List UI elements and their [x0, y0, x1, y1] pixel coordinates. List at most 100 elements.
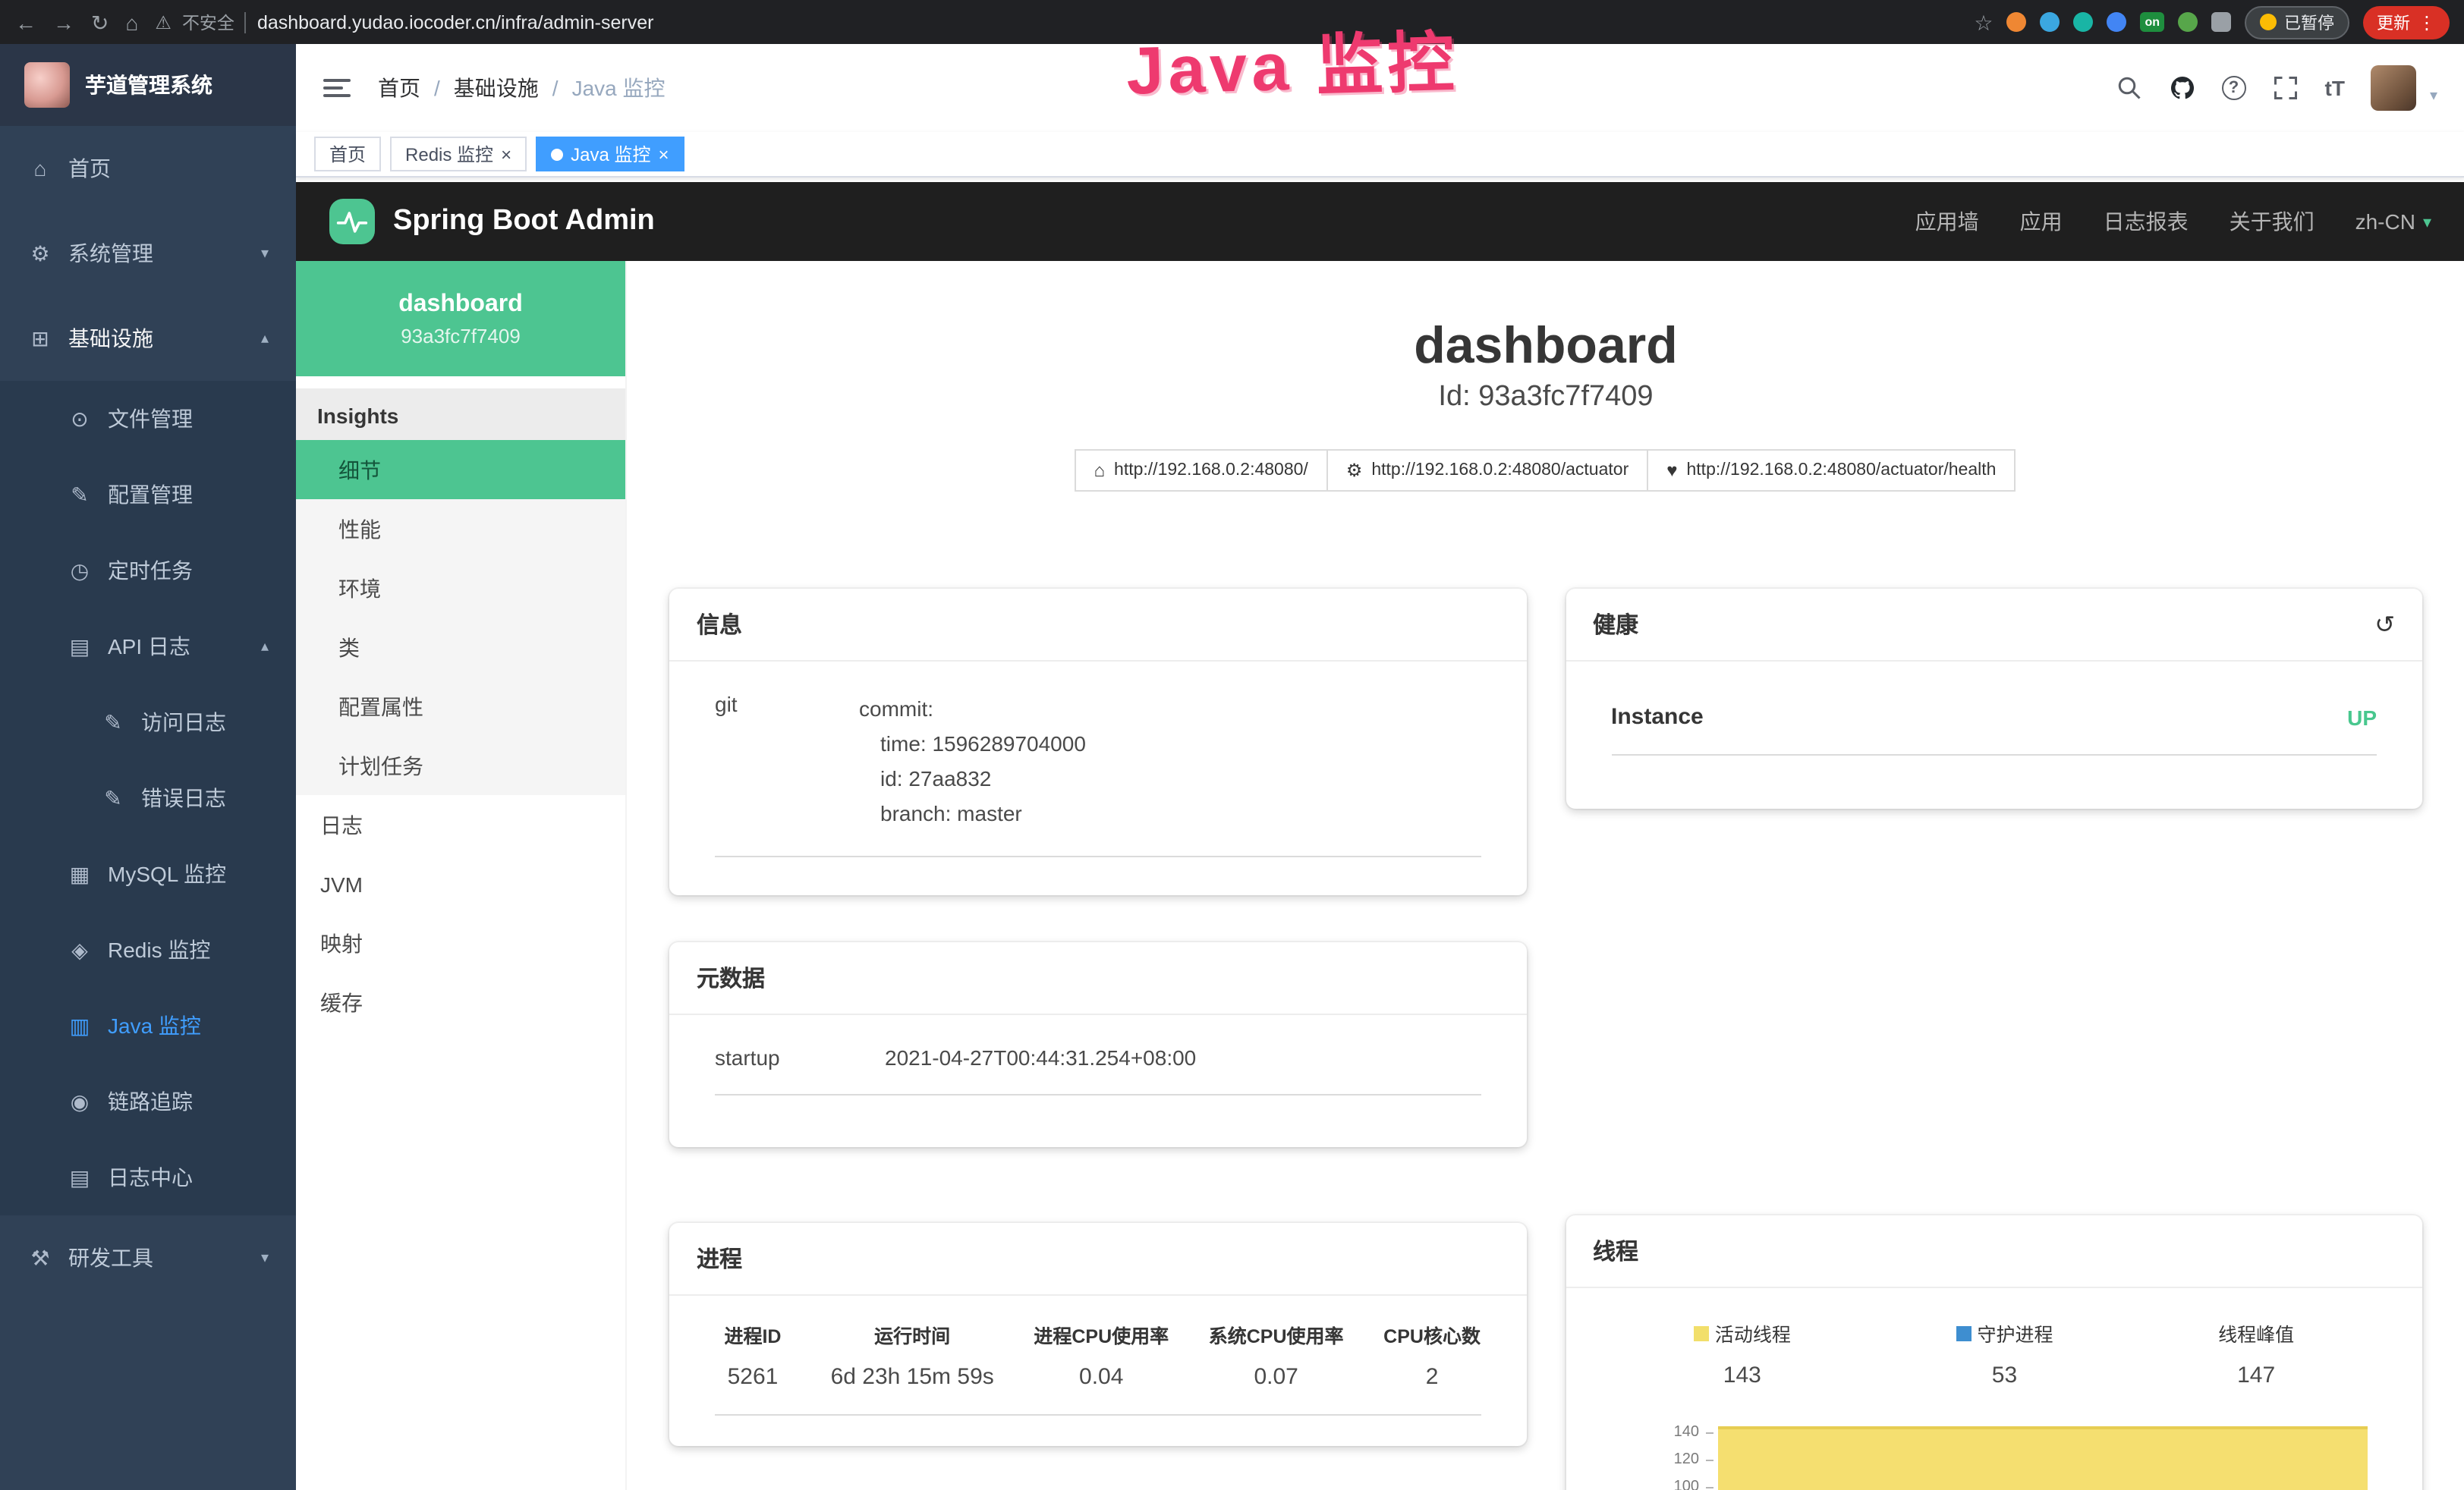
- sidebar-item-infrastructure[interactable]: ⊞ 基础设施 ▴: [0, 296, 296, 381]
- git-line: branch: master: [859, 797, 1086, 831]
- extension-on-badge[interactable]: on: [2140, 12, 2164, 32]
- sidebar-item-log-center[interactable]: ▤ 日志中心: [0, 1140, 296, 1215]
- sba-logo-icon[interactable]: [329, 199, 375, 244]
- breadcrumb-infrastructure[interactable]: 基础设施: [454, 73, 539, 103]
- status-badge: UP: [2347, 705, 2377, 729]
- sba-menu-item-environment[interactable]: 环境: [296, 558, 625, 618]
- fullscreen-icon[interactable]: [2272, 74, 2299, 102]
- extension-icon[interactable]: [2006, 12, 2026, 32]
- close-icon[interactable]: ×: [658, 145, 669, 163]
- tab-java-monitor[interactable]: Java 监控 ×: [536, 137, 684, 171]
- forward-icon[interactable]: →: [53, 11, 74, 33]
- sba-menu-item-scheduled-tasks[interactable]: 计划任务: [296, 736, 625, 795]
- card-title: 健康: [1593, 608, 1638, 640]
- paused-badge[interactable]: 已暂停: [2245, 5, 2349, 39]
- url-text[interactable]: dashboard.yudao.iocoder.cn/infra/admin-s…: [257, 11, 654, 33]
- spring-boot-admin: Spring Boot Admin 应用墙 应用 日志报表 关于我们 zh-CN…: [296, 182, 2464, 1490]
- language-label: zh-CN: [2355, 209, 2415, 234]
- git-line: commit:: [859, 692, 1086, 727]
- sidebar-item-system-mgmt[interactable]: ⚙ 系统管理 ▾: [0, 211, 296, 296]
- font-size-icon[interactable]: tT: [2325, 76, 2345, 100]
- sidebar-item-scheduled-jobs[interactable]: ◷ 定时任务: [0, 533, 296, 608]
- sidebar-item-dev-tools[interactable]: ⚒ 研发工具 ▾: [0, 1215, 296, 1300]
- sba-menu-item-caches[interactable]: 缓存: [296, 973, 625, 1032]
- sba-menu-item-logs[interactable]: 日志: [296, 795, 625, 854]
- nav-label: 关于我们: [2230, 206, 2315, 237]
- health-row-instance[interactable]: Instance UP: [1611, 692, 2377, 756]
- app-logo[interactable]: 芋道管理系统: [0, 44, 296, 126]
- sba-brand-title[interactable]: Spring Boot Admin: [393, 205, 655, 238]
- help-icon[interactable]: ?: [2222, 76, 2246, 100]
- metadata-card-body: startup 2021-04-27T00:44:31.254+08:00: [669, 1015, 1526, 1126]
- extension-icon[interactable]: [2107, 12, 2126, 32]
- chevron-up-icon: ▴: [261, 638, 269, 655]
- home-icon: ⌂: [27, 156, 53, 181]
- extension-icon[interactable]: [2040, 12, 2060, 32]
- tab-redis-monitor[interactable]: Redis 监控 ×: [390, 137, 527, 171]
- info-card-body: git commit: time: 1596289704000 id: 27aa…: [669, 662, 1526, 888]
- github-icon[interactable]: [2169, 74, 2196, 102]
- card-title: 线程: [1593, 1235, 1638, 1267]
- bookmark-star-icon[interactable]: ☆: [1974, 11, 1993, 33]
- sba-body: dashboard 93a3fc7f7409 Insights 细节 性能 环境…: [296, 261, 2464, 1490]
- health-icon: ♥: [1666, 460, 1677, 481]
- sidebar-item-home[interactable]: ⌂ 首页: [0, 126, 296, 211]
- sidebar-item-label: 日志中心: [108, 1162, 193, 1193]
- sba-menu-item-classes[interactable]: 类: [296, 618, 625, 677]
- extensions-puzzle-icon[interactable]: [2211, 12, 2231, 32]
- sidebar-item-redis-monitor[interactable]: ◈ Redis 监控: [0, 912, 296, 988]
- column-header: 进程ID: [715, 1326, 791, 1349]
- page-subtitle: Id: 93a3fc7f7409: [669, 379, 2422, 416]
- sidebar-item-error-logs[interactable]: ✎ 错误日志: [0, 760, 296, 836]
- sba-instance-header[interactable]: dashboard 93a3fc7f7409: [296, 261, 625, 376]
- sidebar-item-mysql-monitor[interactable]: ▦ MySQL 监控: [0, 836, 296, 912]
- tab-home[interactable]: 首页: [314, 137, 381, 171]
- chevron-down-icon[interactable]: ▾: [2430, 88, 2437, 111]
- sidebar-item-file-mgmt[interactable]: ⊙ 文件管理: [0, 381, 296, 457]
- sba-menu-item-metrics[interactable]: 性能: [296, 499, 625, 558]
- sba-menu-item-details[interactable]: 细节: [296, 440, 625, 499]
- refresh-icon[interactable]: ↻: [91, 11, 109, 33]
- tools-icon: ⚒: [27, 1245, 53, 1271]
- kebab-menu-icon[interactable]: ⋮: [2418, 11, 2436, 33]
- sba-language-select[interactable]: zh-CN ▾: [2355, 209, 2431, 234]
- legend-live-threads: 活动线程 143: [1694, 1319, 1791, 1388]
- instance-id: 93a3fc7f7409: [401, 324, 521, 347]
- breadcrumb-home[interactable]: 首页: [378, 73, 420, 103]
- chevron-down-icon: ▾: [2423, 212, 2431, 231]
- extension-icon[interactable]: [2178, 12, 2198, 32]
- sidebar-item-trace[interactable]: ◉ 链路追踪: [0, 1064, 296, 1140]
- sba-menu-item-mappings[interactable]: 映射: [296, 913, 625, 973]
- link-health-url[interactable]: ♥ http://192.168.0.2:48080/actuator/heal…: [1647, 449, 2016, 492]
- document-icon: ▤: [67, 633, 93, 659]
- sidebar-item-access-logs[interactable]: ✎ 访问日志: [0, 684, 296, 760]
- search-icon[interactable]: [2116, 74, 2143, 102]
- sidebar-item-label: 文件管理: [108, 404, 193, 434]
- hamburger-menu-icon[interactable]: [323, 79, 351, 97]
- sidebar: 芋道管理系统 ⌂ 首页 ⚙ 系统管理 ▾ ⊞ 基础设施 ▴ ⊙: [0, 44, 296, 1490]
- document-icon: ▤: [67, 1165, 93, 1190]
- sidebar-item-java-monitor[interactable]: ▥ Java 监控: [0, 988, 296, 1064]
- link-service-url[interactable]: ⌂ http://192.168.0.2:48080/: [1075, 449, 1328, 492]
- history-icon[interactable]: ↺: [2374, 609, 2395, 640]
- address-bar[interactable]: ⚠ 不安全 dashboard.yudao.iocoder.cn/infra/a…: [155, 10, 1957, 34]
- extension-icon[interactable]: [2073, 12, 2093, 32]
- sba-nav-applications[interactable]: 应用: [2020, 206, 2063, 237]
- link-actuator-url[interactable]: ⚙ http://192.168.0.2:48080/actuator: [1326, 449, 1648, 492]
- back-icon[interactable]: ←: [15, 11, 36, 33]
- sba-menu-item-configprops[interactable]: 配置属性: [296, 677, 625, 736]
- user-avatar[interactable]: [2371, 65, 2416, 111]
- close-icon[interactable]: ×: [501, 145, 511, 163]
- sba-nav-wallboard[interactable]: 应用墙: [1915, 206, 1979, 237]
- browser-home-icon[interactable]: ⌂: [125, 11, 138, 33]
- sba-nav-journal[interactable]: 日志报表: [2104, 206, 2189, 237]
- sidebar-item-label: MySQL 监控: [108, 859, 226, 889]
- health-card-body: Instance UP: [1566, 662, 2422, 786]
- sidebar-item-config-mgmt[interactable]: ✎ 配置管理: [0, 457, 296, 533]
- sidebar-item-api-logs[interactable]: ▤ API 日志 ▴: [0, 608, 296, 684]
- update-button[interactable]: 更新 ⋮: [2363, 5, 2450, 39]
- sba-menu: dashboard 93a3fc7f7409 Insights 细节 性能 环境…: [296, 261, 627, 1490]
- sba-menu-item-jvm[interactable]: JVM: [296, 854, 625, 913]
- sba-nav-about[interactable]: 关于我们: [2230, 206, 2315, 237]
- legend-value: 143: [1694, 1363, 1791, 1388]
